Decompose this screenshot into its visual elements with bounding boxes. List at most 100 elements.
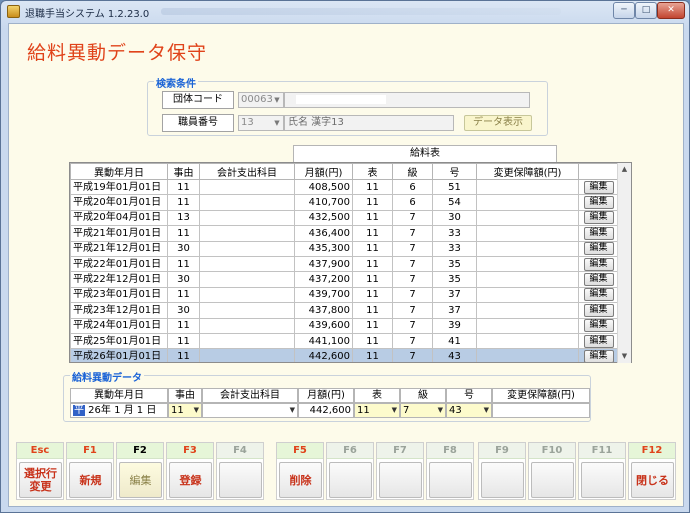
table-cell: 平成26年01月01日 [70,348,168,362]
grid-column-header[interactable]: 月額(円) [294,163,353,180]
table-cell [476,302,579,319]
table-row[interactable]: 平成22年12月01日 30 437,200 11 7 35 編集 [70,271,619,288]
table-cell: 439,700 [294,286,353,304]
go-select[interactable]: 43 ▼ [446,403,492,418]
fkey-button [581,462,624,498]
account-select[interactable]: ▼ [202,403,298,418]
fkey-f2[interactable]: F2 編集 [116,442,164,500]
table-row[interactable]: 平成20年04月01日 13 432,500 11 7 30 編集 [70,209,619,227]
salary-table-group-header: 給料表 [293,145,557,162]
fkey-caption: F1 [67,443,113,459]
fkey-button [481,462,524,498]
row-edit-button[interactable]: 編集 [583,334,614,348]
table-cell: 平成21年01月01日 [70,225,168,242]
grid-column-header[interactable] [578,163,619,180]
grid-column-header[interactable]: 号 [432,163,477,180]
fkey-f3[interactable]: F3 登録 [166,442,214,500]
table-cell: 51 [432,178,477,196]
row-edit-button[interactable]: 編集 [583,211,614,225]
fkey-f1[interactable]: F1 新規 [66,442,114,500]
row-edit-button[interactable]: 編集 [583,196,614,210]
table-row[interactable]: 平成21年12月01日 30 435,300 11 7 33 編集 [70,240,619,257]
table-cell [199,240,295,257]
history-grid[interactable]: 異動年月日 事由 会計支出科目 月額(円) 表級号変更保障額(円) 平成19年01月01… [69,162,632,363]
fkey-button[interactable]: 選択行 変更 [19,462,62,498]
fkey-button[interactable]: 閉じる [631,462,674,498]
table-row[interactable]: 平成20年01月01日 11 410,700 11 6 54 編集 [70,194,619,211]
row-edit-button[interactable]: 編集 [583,303,614,317]
fkey-caption: F7 [377,443,423,459]
chevron-down-icon: ▼ [274,119,280,127]
row-edit-button[interactable]: 編集 [583,288,614,302]
maximize-button[interactable]: □ [635,2,657,19]
fkey-f12[interactable]: F12 閉じる [628,442,676,500]
table-row[interactable]: 平成26年01月01日 11 442,600 11 7 43 編集 [70,348,619,362]
table-row[interactable]: 平成19年01月01日 11 408,500 11 6 51 編集 [70,178,619,196]
table-cell: 39 [432,317,477,334]
table-row[interactable]: 平成24年01月01日 11 439,600 11 7 39 編集 [70,317,619,334]
window-title: 退職手当システム 1.2.23.0 [25,9,150,20]
table-row[interactable]: 平成23年12月01日 30 437,800 11 7 37 編集 [70,302,619,319]
fkey-button[interactable]: 新規 [69,462,112,498]
table-cell: 442,600 [294,348,353,362]
row-edit-button[interactable]: 編集 [583,257,614,271]
fkey-caption: F2 [117,443,163,459]
fkey-button[interactable]: 登録 [169,462,212,498]
hyo-select[interactable]: 11 ▼ [354,403,400,418]
table-row[interactable]: 平成22年01月01日 11 437,900 11 7 35 編集 [70,255,619,273]
fkey-f5[interactable]: F5 削除 [276,442,324,500]
row-edit-button[interactable]: 編集 [583,319,614,333]
date-era-input[interactable]: 平 [73,405,85,416]
fkey-esc[interactable]: Esc 選択行 変更 [16,442,64,500]
kyu-select[interactable]: 7 ▼ [400,403,446,418]
date-input[interactable]: 平 26年 1 月 1 日 [70,403,168,418]
row-edit-button[interactable]: 編集 [583,242,614,256]
app-icon [7,5,20,18]
grid-column-header[interactable]: 異動年月日 [70,163,168,180]
fkey-button[interactable]: 編集 [119,462,162,498]
row-edit-button[interactable]: 編集 [583,226,614,240]
org-code-combo[interactable]: 00063 ▼ [238,92,284,108]
grid-column-header[interactable]: 表 [352,163,393,180]
monthly-input[interactable]: 442,600 [298,403,354,418]
scroll-down-icon[interactable]: ▼ [618,350,631,363]
staff-no-combo[interactable]: 13 ▼ [238,115,284,131]
close-window-button[interactable]: ✕ [657,2,685,19]
chevron-down-icon: ▼ [391,406,397,414]
fkey-button [219,462,262,498]
edit-header-hyo: 表 [354,388,400,403]
grid-column-header[interactable]: 級 [392,163,433,180]
table-row[interactable]: 平成21年01月01日 11 436,400 11 7 33 編集 [70,225,619,242]
grid-column-header[interactable]: 会計支出科目 [199,163,295,180]
app-window: 退職手当システム 1.2.23.0 ─ □ ✕ 給料異動データ保守 検索条件 団… [0,0,690,513]
fkey-button[interactable]: 削除 [279,462,322,498]
date-input-value: 26年 1 月 1 日 [85,405,157,416]
guarantee-input[interactable] [492,403,590,418]
title-bar[interactable]: 退職手当システム 1.2.23.0 ─ □ ✕ [1,1,689,23]
table-cell [199,255,295,273]
table-row[interactable]: 平成23年01月01日 11 439,700 11 7 37 編集 [70,286,619,304]
table-cell: 30 [167,240,200,257]
show-data-button[interactable]: データ表示 [464,115,532,131]
table-cell: 437,900 [294,255,353,273]
grid-column-header[interactable]: 事由 [167,163,200,180]
table-cell: 436,400 [294,225,353,242]
row-edit-button[interactable]: 編集 [583,180,614,194]
row-edit-button[interactable]: 編集 [583,349,614,362]
table-row[interactable]: 平成25年01月01日 11 441,100 11 7 41 編集 [70,332,619,350]
table-cell: 33 [432,225,477,242]
table-cell: 平成20年01月01日 [70,194,168,211]
table-cell: 編集 [578,286,619,304]
minimize-button[interactable]: ─ [613,2,635,19]
grid-scrollbar[interactable]: ▲ ▼ [617,163,631,363]
grid-column-header[interactable]: 変更保障額(円) [476,163,579,180]
fkey-f8: F8 [426,442,474,500]
scroll-up-icon[interactable]: ▲ [618,163,631,176]
table-cell: 437,200 [294,271,353,288]
staff-name-field[interactable]: 氏名 漢字13 [284,115,454,131]
row-edit-button[interactable]: 編集 [583,273,614,287]
table-cell: 編集 [578,271,619,288]
reason-select[interactable]: 11 ▼ [168,403,202,418]
table-cell: 435,300 [294,240,353,257]
table-cell: 平成24年01月01日 [70,317,168,334]
